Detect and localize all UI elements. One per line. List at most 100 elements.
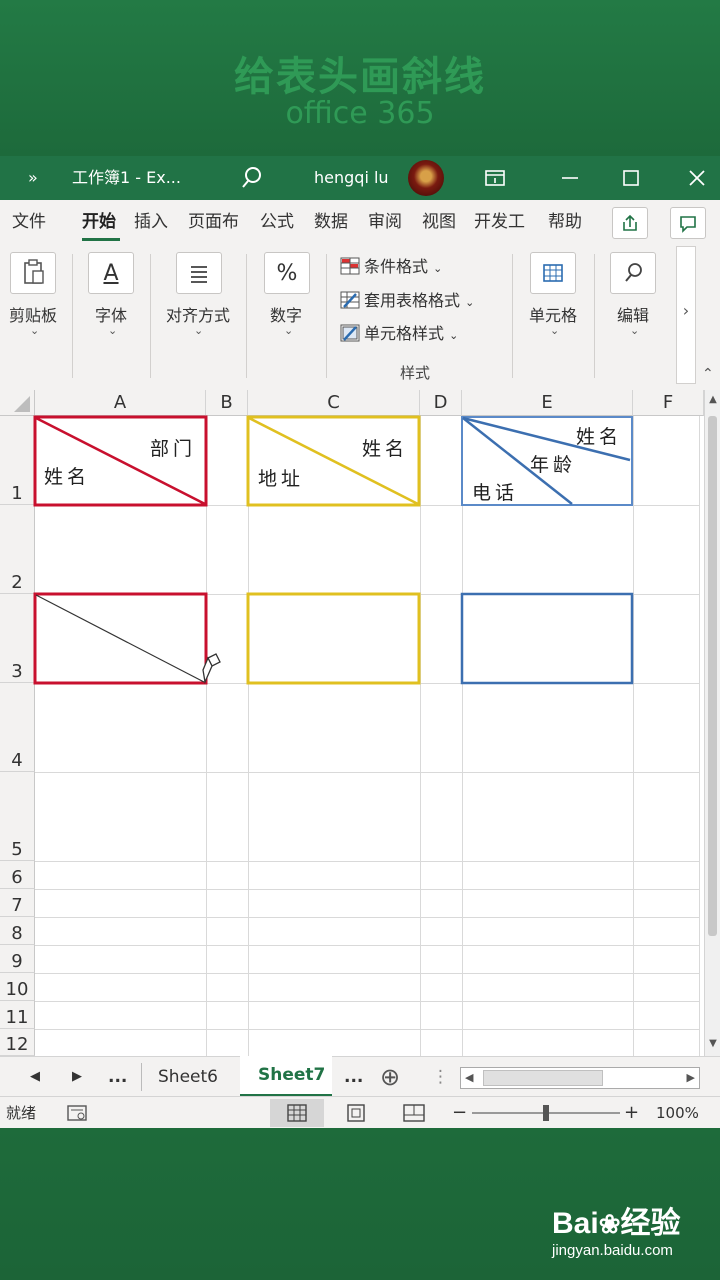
quick-access-more-button[interactable]: »: [28, 156, 38, 200]
percent-icon: %: [276, 261, 298, 286]
zoom-in-button[interactable]: +: [624, 1097, 639, 1129]
menu-file[interactable]: 文件: [12, 200, 46, 244]
table-format-icon: [340, 291, 360, 309]
cell-e1-top-text: 姓名: [576, 426, 623, 448]
row-header-6[interactable]: 6: [0, 861, 35, 889]
menu-page-layout[interactable]: 页面布: [188, 200, 239, 244]
vertical-scroll-thumb[interactable]: [708, 416, 717, 936]
grid-line: [35, 973, 700, 974]
edit-label[interactable]: 编辑: [608, 302, 658, 326]
minimize-icon[interactable]: [560, 156, 580, 200]
share-icon[interactable]: [612, 207, 648, 239]
zoom-level[interactable]: 100%: [656, 1097, 699, 1129]
comments-icon[interactable]: [670, 207, 706, 239]
user-avatar[interactable]: [408, 160, 444, 196]
cell-a3-diagonal: [35, 594, 205, 683]
grid-line: [35, 1001, 700, 1002]
menu-help[interactable]: 帮助: [548, 200, 582, 244]
conditional-format-button[interactable]: 条件格式 ⌄: [340, 254, 442, 280]
page-layout-view-icon[interactable]: [346, 1097, 366, 1129]
row-number: 10: [5, 979, 29, 1000]
row-header-11[interactable]: 11: [0, 1001, 35, 1029]
page-break-view-icon[interactable]: [402, 1097, 426, 1129]
menu-review[interactable]: 审阅: [368, 200, 402, 244]
prev-sheet-icon[interactable]: ◀: [30, 1057, 40, 1097]
row-number: 7: [11, 895, 23, 916]
sheet-tab-sheet7-label: Sheet7: [258, 1065, 326, 1085]
menu-insert[interactable]: 插入: [134, 200, 168, 244]
normal-view-button[interactable]: [270, 1099, 324, 1127]
horizontal-scrollbar[interactable]: ◀ ▶: [460, 1067, 700, 1089]
ribbon-display-icon[interactable]: [484, 156, 506, 200]
align-icon[interactable]: [176, 252, 222, 294]
row-header-8[interactable]: 8: [0, 917, 35, 945]
format-as-table-button[interactable]: 套用表格格式 ⌄: [340, 288, 474, 314]
menu-view[interactable]: 视图: [422, 200, 456, 244]
scroll-left-icon[interactable]: ◀: [465, 1068, 473, 1088]
menu-developer[interactable]: 开发工: [474, 200, 525, 244]
sheet-tab-bar: ◀ ▶ ... Sheet6 Sheet7 ... ⊕ ⋮ ◀ ▶: [0, 1056, 720, 1097]
accessibility-icon[interactable]: [66, 1097, 88, 1129]
cell-a1-top-text: 部门: [150, 438, 197, 460]
number-label[interactable]: 数字: [260, 302, 312, 326]
scroll-down-icon[interactable]: ▼: [705, 1038, 720, 1049]
cells-dropdown-icon[interactable]: ⌄: [550, 324, 559, 337]
maximize-icon[interactable]: [622, 156, 640, 200]
row-header-9[interactable]: 9: [0, 945, 35, 973]
sheet-tab-sheet7[interactable]: Sheet7: [240, 1056, 332, 1097]
ribbon-expand-panel[interactable]: ›: [676, 246, 696, 384]
cells-icon[interactable]: [530, 252, 576, 294]
search-icon[interactable]: [240, 156, 264, 200]
sheet-overflow-left[interactable]: ...: [108, 1057, 127, 1097]
menu-data[interactable]: 数据: [314, 200, 348, 244]
clipboard-dropdown-icon[interactable]: ⌄: [30, 324, 39, 337]
edit-dropdown-icon[interactable]: ⌄: [630, 324, 639, 337]
sheet-tab-sheet6[interactable]: Sheet6: [158, 1057, 218, 1097]
collapse-ribbon-icon[interactable]: ⌃: [702, 366, 714, 382]
number-dropdown-icon[interactable]: ⌄: [284, 324, 293, 337]
sheet-overflow-right[interactable]: ...: [344, 1057, 363, 1097]
styles-group-label: 样式: [400, 364, 431, 382]
row-header-10[interactable]: 10: [0, 973, 35, 1001]
cell-style-button[interactable]: 单元格样式 ⌄: [340, 321, 458, 347]
spreadsheet-grid[interactable]: A B C D E F 1 2 3 4 5 6 7 8 9 10 11 12 部…: [0, 390, 720, 1056]
row-header-12[interactable]: 12: [0, 1029, 35, 1056]
cell-a1-bottom-text: 姓名: [44, 466, 91, 488]
row-number: 9: [11, 951, 23, 972]
align-label[interactable]: 对齐方式: [158, 302, 238, 326]
row-header-5[interactable]: 5: [0, 772, 35, 861]
grid-line: [35, 889, 700, 890]
font-dropdown-icon[interactable]: ⌄: [108, 324, 117, 337]
zoom-slider[interactable]: [472, 1105, 620, 1121]
row-header-4[interactable]: 4: [0, 683, 35, 772]
clipboard-icon[interactable]: [10, 252, 56, 294]
zoom-out-button[interactable]: −: [452, 1097, 467, 1129]
scroll-right-icon[interactable]: ▶: [687, 1068, 695, 1088]
number-icon[interactable]: %: [264, 252, 310, 294]
vertical-scrollbar[interactable]: ▲ ▼: [704, 390, 720, 1056]
close-icon[interactable]: [688, 156, 706, 200]
scroll-up-icon[interactable]: ▲: [705, 394, 720, 405]
ribbon-separator: [72, 254, 73, 378]
row-header-7[interactable]: 7: [0, 889, 35, 917]
add-sheet-button[interactable]: ⊕: [380, 1057, 400, 1097]
menu-formulas[interactable]: 公式: [260, 200, 294, 244]
font-icon[interactable]: A: [88, 252, 134, 294]
split-handle-icon[interactable]: ⋮: [432, 1057, 449, 1097]
user-name[interactable]: hengqi lu: [314, 156, 389, 200]
zoom-slider-thumb[interactable]: [543, 1105, 549, 1121]
align-dropdown-icon[interactable]: ⌄: [194, 324, 203, 337]
grid-line: [35, 945, 700, 946]
clipboard-label[interactable]: 剪贴板: [4, 302, 62, 326]
ribbon-separator: [150, 254, 151, 378]
edit-search-icon[interactable]: [610, 252, 656, 294]
ribbon-separator: [246, 254, 247, 378]
cell-c3-border: [246, 592, 421, 685]
baidu-watermark-url: jingyan.baidu.com: [552, 1242, 673, 1259]
chevron-down-icon: ⌄: [465, 296, 475, 309]
horizontal-scroll-thumb[interactable]: [483, 1070, 603, 1086]
font-label[interactable]: 字体: [86, 302, 136, 326]
next-sheet-icon[interactable]: ▶: [72, 1057, 82, 1097]
font-icon-glyph: A: [103, 261, 119, 286]
cells-label[interactable]: 单元格: [524, 302, 582, 326]
